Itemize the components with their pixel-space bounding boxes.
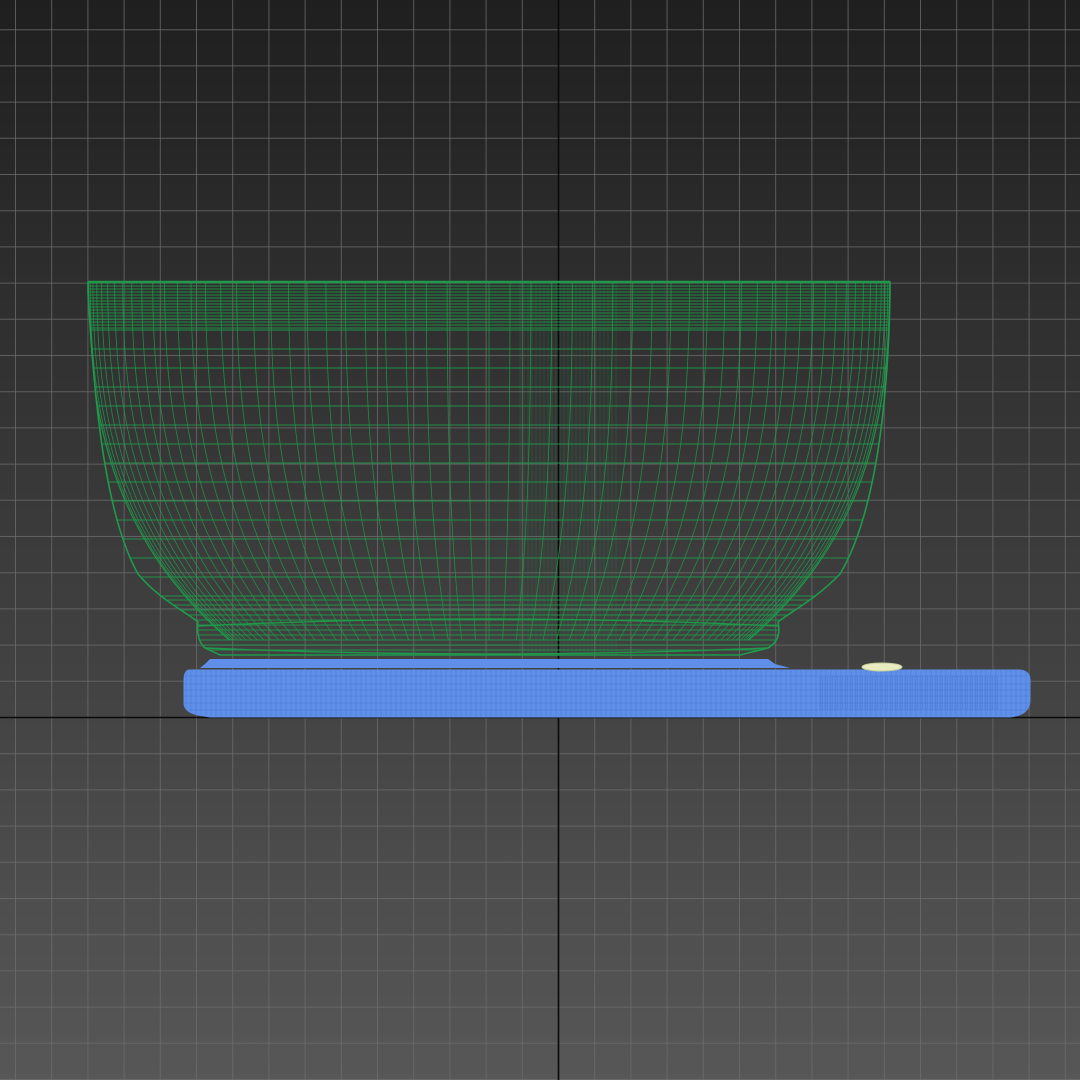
tray-step [200,659,790,668]
small-cylinder-mesh[interactable] [861,662,903,672]
viewport-canvas[interactable] [0,0,1080,1080]
front-viewport[interactable] [0,0,1080,1080]
cylinder-top [861,662,903,672]
